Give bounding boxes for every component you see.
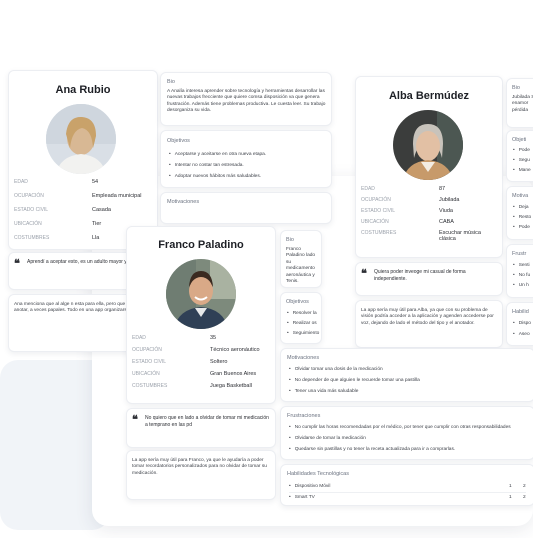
field-row: UBICACIÓN CABA [361,219,454,225]
frustraciones-card: Frustraciones No cumplir las horas recom… [280,406,533,460]
section-title: Motivaciones [287,355,320,361]
skill-level-a: 1 [509,495,512,500]
section-title: Frustraciones [287,413,321,419]
quote-icon: ❝ [14,257,20,270]
avatar [393,110,463,180]
bio-text: A Analía interesa aprender sobre tecnolo… [167,89,326,114]
list-item: Adoptar nuevos hábitos más saludables. [169,174,261,179]
motivaciones-card: Motivaciones Olvidar tomar una dosis de … [280,348,533,402]
section-title: Motivaciones [167,199,200,205]
list-item: Resto [513,215,532,220]
bio-card: Bio Jubilada Si enamor pérdida [506,78,533,128]
field-row: EDAD 87 [361,186,446,192]
avatar [166,259,236,329]
motivaciones-card: Motivaciones [160,192,332,224]
quote-text: No quiero que en lado a olvidar de tomar… [145,415,269,428]
objetivos-card: Objetivos Resolver la Realizar os Seguim… [280,292,322,344]
quote-icon: ❝ [361,267,367,280]
field-row: COSTUMBRES Lla [14,235,100,241]
skill-level-a: 1 [509,484,512,489]
skill-level-b: 2 [523,484,526,489]
field-row: ESTADO CIVIL Viuda [361,208,453,214]
quote-card: ❝ Quiera poder inveoge mi casual de form… [355,262,503,296]
list-item: Resolver la [287,311,317,316]
list-item: Olvidarse de tomar la medicación [289,436,366,441]
habilidades-card: Habilid Dispo Aseo [506,302,533,346]
field-row: OCUPACIÓN Empleada municipal [14,193,142,199]
field-row: ESTADO CIVIL Soltero [132,359,228,365]
persona-card-alba: Alba Bermúdez EDAD 87 OCUPACIÓN Jubilada E… [355,76,503,258]
bio-text: Franco Paladino lado su medicamento aero… [286,247,316,285]
list-item: No depender de que alguien le recuerde t… [289,378,420,383]
list-item: No cumplir las horas recomendadas por el… [289,425,511,430]
section-title: Objeti [512,137,527,143]
list-item: Aseo [513,332,530,337]
list-item: Dispo [513,321,531,326]
quote-text: Quiera poder inveoge mi casual de forma … [374,269,466,282]
list-item: No fu [513,273,530,278]
list-item: Seguimiento [287,331,320,336]
list-item: Senti [513,263,530,268]
quote-card: ❝ No quiero que en lado a olvidar de tom… [126,408,276,448]
skill-level-b: 2 [523,495,526,500]
motivaciones-card: Motiva Deja Resto Pode [506,186,533,240]
skill-row: Smart TV [289,495,315,500]
avatar [46,104,116,174]
field-row: OCUPACIÓN Técnico aeronáutico [132,347,260,353]
story-card: La app sería muy útil para Alba, ya que … [355,300,503,348]
list-item: Realizar os [287,321,317,326]
skill-row: Dispositivo Móvil [289,484,331,489]
objetivos-card: Objetivos Aceptarse y aceitarse en otra … [160,130,332,188]
story-text: La app sería muy útil para Alba, ya que … [361,308,494,326]
section-title: Bio [512,85,520,91]
field-row: UBICACIÓN Gran Buenos Aires [132,371,257,377]
field-row: UBICACIÓN Tier [14,221,102,227]
field-row: ESTADO CIVIL Casada [14,207,111,213]
section-title: Bio [286,237,294,243]
field-row: EDAD 54 [14,179,99,185]
bio-text: Jubilada Si enamor pérdida [512,95,533,113]
persona-name: Alba Bermúdez [388,90,470,102]
field-row: EDAD 35 [132,335,217,341]
persona-card-ana: Ana Rubio EDAD 54 OCUPACIÓN Empleada munic… [8,70,158,250]
story-card: La app sería muy útil para Franco, ya qu… [126,450,276,500]
persona-card-franco: Franco Paladino EDAD 35 OCUPACIÓN Técnico … [126,226,276,404]
field-row: OCUPACIÓN Jubilada [361,197,460,203]
section-title: Objetivos [286,299,309,305]
list-item: Deja [513,205,529,210]
list-item: Pode [513,225,530,230]
bio-card: Bio Franco Paladino lado su medicamento … [280,230,322,288]
objetivos-card: Objeti Pode Segu Mane [506,130,533,182]
persona-name: Franco Paladino [158,239,244,251]
frustraciones-card: Frustr Senti No fu Un h [506,244,533,298]
list-item: Quedarse sin pastillas y no tener la rec… [289,447,456,452]
list-item: Pode [513,148,530,153]
quote-icon: ❝ [132,413,138,426]
section-title: Bio [167,79,175,85]
section-title: Objetivos [167,138,190,144]
habilidades-card: Habilidades Tecnológicas Dispositivo Móv… [280,464,533,506]
field-row: COSTUMBRES Juega Basketball [132,383,252,389]
list-item: Un h [513,283,529,288]
section-title: Frustr [512,251,527,257]
list-item: Segu [513,158,530,163]
section-title: Motiva [512,193,529,199]
story-text: La app sería muy útil para Franco, ya qu… [132,458,267,476]
list-item: Intentar no costar tan estresada. [169,163,244,168]
list-item: Olvidar tomar una dosis de la medicación [289,367,383,372]
section-title: Habilidades Tecnológicas [287,471,349,477]
field-row: COSTUMBRES Escuchar música clásica [361,230,481,242]
list-item: Mane [513,168,531,173]
divider [289,492,526,493]
list-item: Aceptarse y aceitarse en otra nueva etap… [169,152,266,157]
section-title: Habilid [512,309,529,315]
persona-name: Ana Rubio [55,84,111,96]
bio-card: Bio A Analía interesa aprender sobre tec… [160,72,332,126]
list-item: Tener una vida más saludable [289,389,359,394]
